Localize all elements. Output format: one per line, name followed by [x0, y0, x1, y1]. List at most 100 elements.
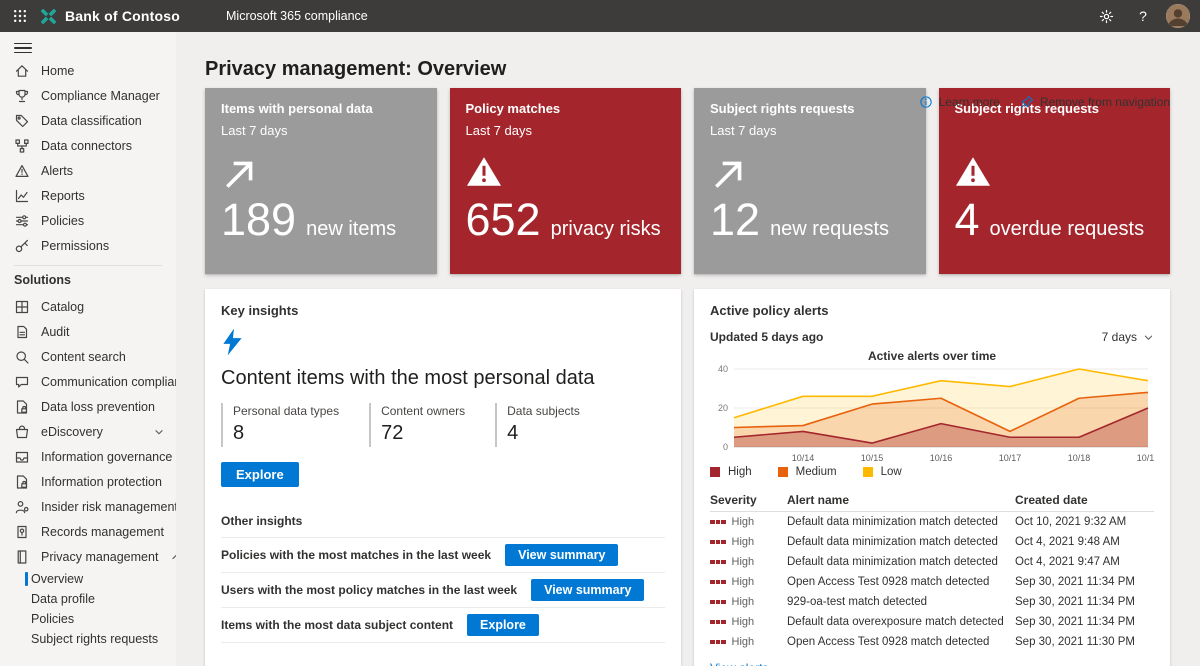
app-launcher-button[interactable] — [0, 0, 40, 32]
remove-from-navigation-link[interactable]: Remove from navigation — [1020, 95, 1170, 109]
doc-lock-icon — [14, 474, 30, 490]
summary-card-subject-rights-requests[interactable]: Subject rights requestsLast 7 days12new … — [694, 88, 926, 274]
sidebar-item-compliance-manager[interactable]: Compliance Manager — [0, 83, 176, 108]
alert-row[interactable]: High929-oa-test match detectedSep 30, 20… — [710, 592, 1154, 612]
sidebar-subitem-label: Data profile — [31, 592, 95, 606]
avatar[interactable] — [1166, 4, 1190, 28]
severity-cell: High — [710, 536, 787, 548]
alert-row[interactable]: HighDefault data overexposure match dete… — [710, 612, 1154, 632]
card-value-label: overdue requests — [990, 218, 1145, 241]
sidebar-item-label: Communication compliance — [41, 375, 176, 389]
sidebar-item-insider-risk-management[interactable]: Insider risk management — [0, 494, 176, 519]
sidebar-item-label: Home — [41, 64, 74, 78]
alert-row[interactable]: HighOpen Access Test 0928 match detected… — [710, 632, 1154, 652]
other-insight-row: Items with the most data subject content… — [221, 608, 665, 643]
settings-button[interactable] — [1086, 0, 1126, 32]
alert-icon — [14, 163, 30, 179]
sidebar-subitem-data-profile[interactable]: Data profile — [0, 589, 176, 609]
severity-high-icon — [710, 620, 726, 625]
catalog-icon — [14, 299, 30, 315]
stat-value: 72 — [381, 422, 465, 445]
sidebar-item-communication-compliance[interactable]: Communication compliance — [0, 369, 176, 394]
svg-text:10/17: 10/17 — [999, 453, 1022, 463]
legend-low: Low — [863, 466, 902, 478]
learn-more-link[interactable]: Learn more — [919, 95, 1000, 109]
alerts-table-body: HighDefault data minimization match dete… — [710, 512, 1154, 652]
alerts-panel-title: Active policy alerts — [710, 303, 1154, 318]
sidebar-item-ediscovery[interactable]: eDiscovery — [0, 419, 176, 444]
created-date: Sep 30, 2021 11:34 PM — [1015, 596, 1154, 608]
sidebar-item-privacy-management[interactable]: Privacy management — [0, 544, 176, 569]
time-range-dropdown[interactable]: 7 days — [1102, 330, 1154, 344]
legend-medium: Medium — [778, 466, 837, 478]
solutions-label: Solutions — [0, 266, 176, 294]
card-title: Subject rights requests — [710, 101, 910, 116]
stat-value: 8 — [233, 422, 339, 445]
sidebar-item-data-loss-prevention[interactable]: Data loss prevention — [0, 394, 176, 419]
sidebar-item-data-connectors[interactable]: Data connectors — [0, 133, 176, 158]
sidebar-item-reports[interactable]: Reports — [0, 183, 176, 208]
severity-label: High — [732, 536, 755, 548]
nav-collapse-button[interactable] — [14, 40, 32, 56]
sidebar-item-records-management[interactable]: Records management — [0, 519, 176, 544]
severity-label: High — [732, 516, 755, 528]
sidebar-item-alerts[interactable]: Alerts — [0, 158, 176, 183]
card-subtitle — [955, 123, 1155, 138]
alert-row[interactable]: HighDefault data minimization match dete… — [710, 552, 1154, 572]
search-icon — [14, 349, 30, 365]
brand[interactable]: Bank of Contoso — [40, 8, 180, 25]
sidebar-item-label: Catalog — [41, 300, 84, 314]
basket-icon — [14, 424, 30, 440]
sidebar-item-information-protection[interactable]: Information protection — [0, 469, 176, 494]
app-title: Microsoft 365 compliance — [226, 9, 368, 23]
sidebar-subitem-policies[interactable]: Policies — [0, 609, 176, 629]
summary-card-subject-rights-requests[interactable]: Subject rights requests4overdue requests — [939, 88, 1171, 274]
sidebar-item-label: Reports — [41, 189, 85, 203]
sidebar-subitem-label: Overview — [31, 572, 83, 586]
sidebar-subitem-overview[interactable]: Overview — [0, 569, 176, 589]
explore-button[interactable]: Explore — [221, 462, 299, 487]
card-subtitle: Last 7 days — [466, 123, 666, 138]
summary-card-items-with-personal-data[interactable]: Items with personal dataLast 7 days189ne… — [205, 88, 437, 274]
chevron-down-icon — [152, 425, 166, 439]
alert-name: Open Access Test 0928 match detected — [787, 576, 1015, 588]
sidebar-item-audit[interactable]: Audit — [0, 319, 176, 344]
help-button[interactable]: ? — [1126, 0, 1160, 32]
sidebar-item-content-search[interactable]: Content search — [0, 344, 176, 369]
sidebar-item-label: Privacy management — [41, 550, 158, 564]
sidebar-item-home[interactable]: Home — [0, 58, 176, 83]
summary-card-policy-matches[interactable]: Policy matchesLast 7 days652privacy risk… — [450, 88, 682, 274]
stat-personal-data-types: Personal data types8 — [221, 403, 339, 447]
sidebar-item-label: Permissions — [41, 239, 109, 253]
alert-row[interactable]: HighOpen Access Test 0928 match detected… — [710, 572, 1154, 592]
sidebar-item-catalog[interactable]: Catalog — [0, 294, 176, 319]
org-name: Bank of Contoso — [65, 8, 180, 24]
alert-row[interactable]: HighDefault data minimization match dete… — [710, 532, 1154, 552]
svg-text:10/14: 10/14 — [792, 453, 815, 463]
other-insight-text: Users with the most policy matches in th… — [221, 583, 517, 597]
stat-label: Data subjects — [507, 404, 580, 418]
sidebar-item-data-classification[interactable]: Data classification — [0, 108, 176, 133]
page-title: Privacy management: Overview — [205, 58, 1170, 81]
sidebar-item-label: Policies — [41, 214, 84, 228]
question-mark-icon: ? — [1139, 8, 1147, 24]
view-alerts-link[interactable]: View alerts — [710, 661, 768, 666]
severity-label: High — [732, 596, 755, 608]
severity-high-icon — [710, 560, 726, 565]
severity-high-icon — [710, 540, 726, 545]
explore-button[interactable]: Explore — [467, 614, 539, 636]
legend-label: Low — [881, 466, 902, 478]
created-date: Sep 30, 2021 11:30 PM — [1015, 636, 1154, 648]
view-summary-button[interactable]: View summary — [531, 579, 644, 601]
sidebar-item-information-governance[interactable]: Information governance — [0, 444, 176, 469]
sidebar-item-policies[interactable]: Policies — [0, 208, 176, 233]
severity-high-icon — [710, 580, 726, 585]
column-header-severity: Severity — [710, 493, 787, 507]
sidebar-subitem-subject-rights-requests[interactable]: Subject rights requests — [0, 629, 176, 649]
sidebar-item-label: Information protection — [41, 475, 162, 489]
view-summary-button[interactable]: View summary — [505, 544, 618, 566]
alert-row[interactable]: HighDefault data minimization match dete… — [710, 512, 1154, 532]
sidebar-item-label: Data loss prevention — [41, 400, 155, 414]
warning-triangle-icon — [955, 155, 1155, 193]
sidebar-item-permissions[interactable]: Permissions — [0, 233, 176, 258]
